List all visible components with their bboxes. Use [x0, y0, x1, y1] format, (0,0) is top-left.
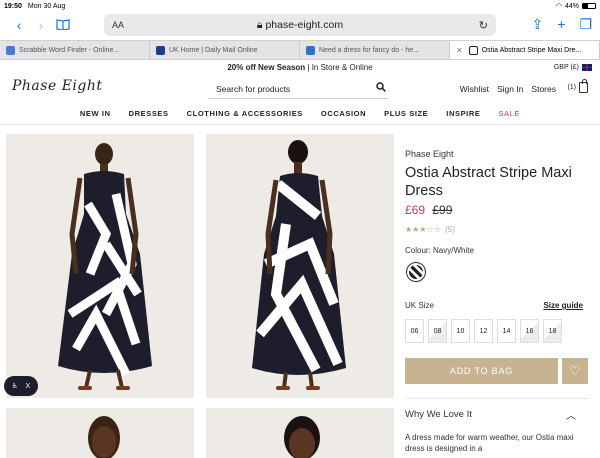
chevron-up-icon[interactable]: ︿ [566, 407, 576, 422]
price-now: £69 [405, 203, 426, 217]
back-icon[interactable]: ‹ [8, 17, 30, 33]
tab-label: Ostia Abstract Stripe Maxi Dre... [481, 46, 582, 54]
price-was: £99 [432, 203, 453, 217]
add-to-bag-button[interactable]: ADD TO BAG [405, 358, 558, 384]
size-option-12[interactable]: 12 [474, 319, 493, 343]
colour-label: Colour: Navy/White [405, 246, 474, 255]
colour-swatch-navy-white[interactable] [406, 262, 426, 282]
close-tab-icon[interactable]: ✕ [456, 46, 463, 55]
nav-plus-size[interactable]: PLUS SIZE [384, 109, 428, 118]
nav-sale[interactable]: SALE [499, 109, 521, 118]
new-tab-icon[interactable]: + [557, 16, 565, 33]
header-divider [0, 124, 600, 125]
tab-strip: Scrabble Word Finder - Online... UK Home… [0, 40, 600, 60]
tab-favicon [156, 45, 165, 55]
size-option-16[interactable]: 16 [520, 319, 539, 343]
site-logo[interactable]: Phase Eight [12, 78, 103, 94]
uk-flag-icon [582, 64, 592, 71]
promo-banner[interactable]: 20% off New Season | In Store & Online [0, 63, 600, 77]
tab-ostia-dress[interactable]: ✕ Ostia Abstract Stripe Maxi Dre... [450, 41, 600, 59]
product-image-closeup-1[interactable] [6, 408, 194, 458]
account-links: Wishlist Sign In Stores [460, 84, 556, 94]
rating-stars: ★★★☆☆ [405, 225, 441, 234]
tab-favicon [468, 45, 478, 55]
share-icon[interactable]: ⇪ [532, 16, 544, 33]
accessibility-icon: ♿︎ [11, 383, 19, 390]
tab-scrabble[interactable]: Scrabble Word Finder - Online... [0, 41, 150, 59]
product-image-front[interactable] [6, 134, 194, 398]
nav-inspire[interactable]: INSPIRE [446, 109, 480, 118]
accessibility-widget[interactable]: ♿︎ X [4, 376, 38, 396]
wishlist-link[interactable]: Wishlist [460, 84, 489, 94]
tab-daily-mail[interactable]: UK Home | Daily Mail Online [150, 41, 300, 59]
promo-rest: | In Store & Online [305, 63, 373, 72]
size-option-08[interactable]: 08 [428, 319, 447, 343]
product-image-back[interactable] [206, 134, 394, 398]
product-image-closeup-2[interactable] [206, 408, 394, 458]
nav-dresses[interactable]: DRESSES [129, 109, 169, 118]
product-title: Ostia Abstract Stripe Maxi Dress [405, 165, 572, 199]
why-we-love-it-heading[interactable]: Why We Love It [405, 409, 472, 420]
tab-label: Scrabble Word Finder - Online... [19, 46, 120, 54]
currency-selector[interactable]: GBP (£) [554, 64, 592, 71]
battery-percent: 44% [564, 2, 579, 10]
product-rating[interactable]: ★★★☆☆ (5) [405, 225, 455, 234]
close-icon[interactable]: X [26, 383, 31, 390]
forward-icon[interactable]: › [30, 17, 52, 33]
wifi-icon: ◠ [555, 3, 562, 10]
status-time: 19:50 [4, 2, 22, 10]
shopping-bag-icon [579, 79, 588, 93]
tab-favicon [306, 45, 315, 55]
product-brand: Phase Eight [405, 149, 454, 159]
tab-favicon [6, 45, 15, 55]
address-bar[interactable]: AA 🔒︎ phase-eight.com ↻ [104, 14, 496, 36]
tab-dress-forum[interactable]: Need a dress for fancy do - he... [300, 41, 450, 59]
nav-new-in[interactable]: NEW IN [80, 109, 111, 118]
bag-button[interactable]: (1) [567, 79, 588, 93]
url-text: 🔒︎ phase-eight.com [256, 18, 344, 31]
promo-bold: 20% off New Season [227, 63, 306, 72]
main-nav: NEW IN DRESSES CLOTHING & ACCESSORIES OC… [0, 104, 600, 122]
status-right: ◠ 44% [556, 2, 596, 10]
section-divider [405, 398, 588, 399]
status-date: Mon 30 Aug [27, 2, 66, 10]
size-option-18[interactable]: 18 [543, 319, 562, 343]
search-placeholder: Search for products [216, 83, 291, 94]
search-input[interactable]: Search for products [208, 79, 388, 99]
lock-icon: 🔒︎ [256, 18, 263, 31]
sign-in-link[interactable]: Sign In [497, 84, 523, 94]
tabs-overview-icon[interactable]: ❐ [579, 16, 592, 33]
bag-count: (1) [567, 84, 576, 91]
battery-icon [582, 3, 596, 9]
tab-label: Need a dress for fancy do - he... [319, 46, 419, 54]
tab-label: UK Home | Daily Mail Online [169, 46, 258, 54]
product-price: £69 £99 [405, 203, 452, 217]
size-option-14[interactable]: 14 [497, 319, 516, 343]
status-bar: 19:50 Mon 30 Aug ◠ 44% [0, 0, 600, 12]
size-option-06[interactable]: 06 [405, 319, 424, 343]
currency-label: GBP (£) [553, 64, 579, 71]
size-guide-link[interactable]: Size guide [543, 301, 583, 310]
product-description: A dress made for warm weather, our Ostia… [405, 433, 574, 453]
stores-link[interactable]: Stores [531, 84, 556, 94]
wishlist-heart-icon[interactable]: ♡ [562, 358, 588, 384]
rating-count: (5) [445, 225, 455, 234]
search-icon[interactable] [376, 82, 386, 95]
size-label: UK Size [405, 301, 434, 310]
size-option-10[interactable]: 10 [451, 319, 470, 343]
bookmarks-icon[interactable] [52, 17, 74, 33]
size-selector: 06 08 10 12 14 16 18 [405, 319, 562, 343]
nav-clothing-accessories[interactable]: CLOTHING & ACCESSORIES [187, 109, 303, 118]
browser-toolbar: ‹ › AA 🔒︎ phase-eight.com ↻ ⇪ + ❐ [0, 12, 600, 38]
nav-occasion[interactable]: OCCASION [321, 109, 366, 118]
toolbar-right: ⇪ + ❐ [532, 16, 592, 33]
